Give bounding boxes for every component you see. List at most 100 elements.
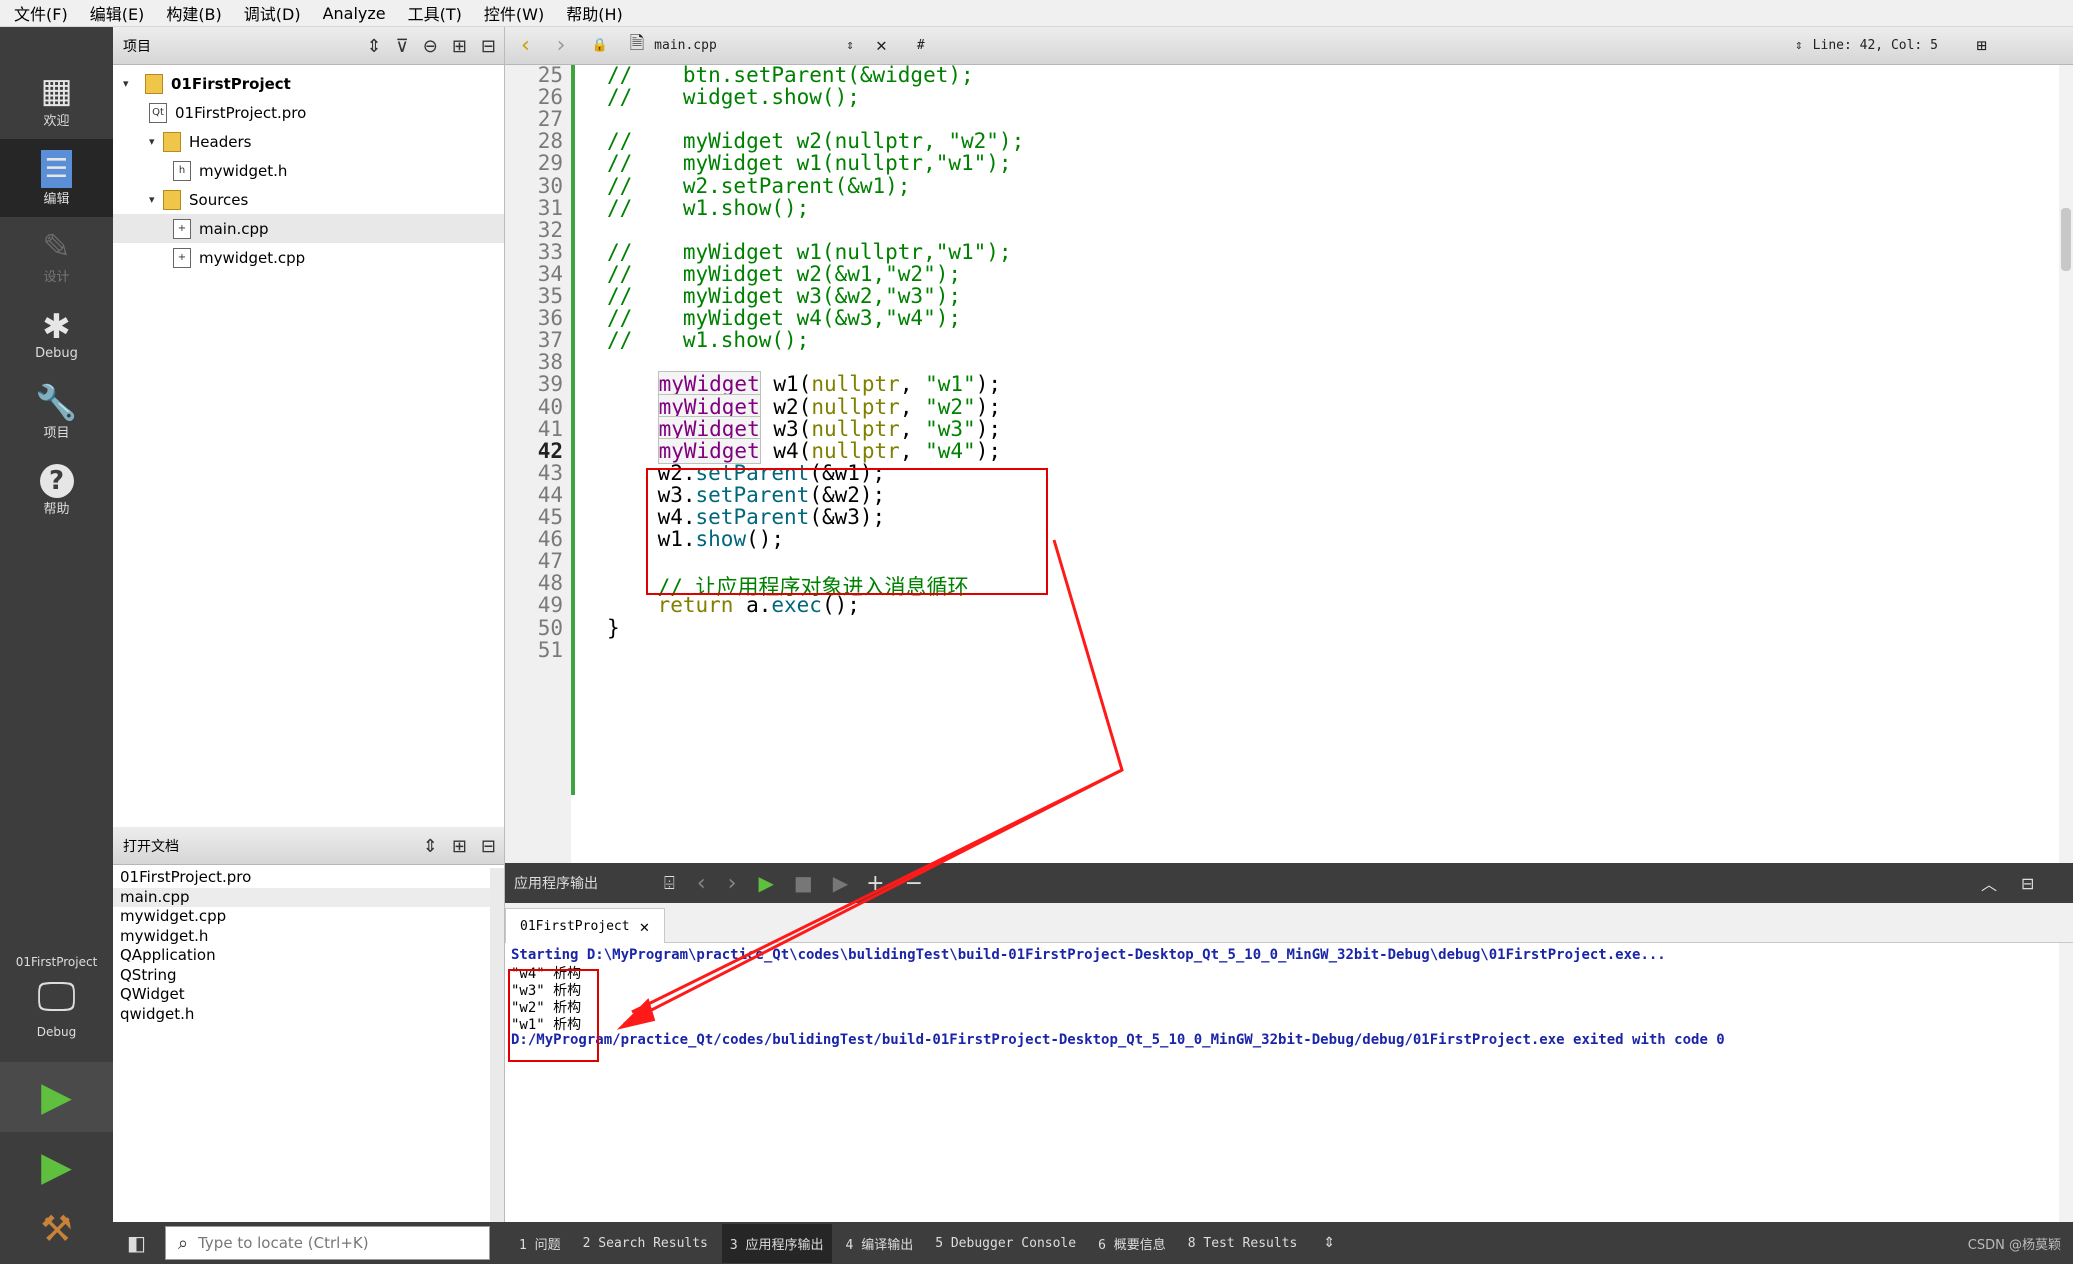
toggle-sidebar-icon[interactable]: ◧ <box>127 1231 146 1255</box>
clear-output-icon[interactable]: ⌹ <box>664 873 675 894</box>
expand-arrow-icon[interactable]: ▾ <box>149 193 163 206</box>
code-line[interactable]: // myWidget w1(nullptr,"w1"); <box>607 240 1012 264</box>
open-document-item[interactable]: qwidget.h <box>113 1005 504 1025</box>
sort-icon[interactable]: ⇕ <box>366 36 381 57</box>
close-tab-icon[interactable]: ✕ <box>640 917 650 936</box>
output-pane-tab-6[interactable]: 6 概要信息 <box>1098 1234 1166 1253</box>
line-number: 28 <box>537 129 563 154</box>
code-line[interactable]: myWidget w3(nullptr, "w3"); <box>607 415 1001 442</box>
zoom-out-icon[interactable]: − <box>905 871 923 896</box>
symbol-selector[interactable]: # <box>917 38 1795 53</box>
mode-bug[interactable]: ✱ Debug <box>0 295 113 373</box>
attach-icon[interactable]: ▶ <box>833 871 848 895</box>
tree-item[interactable]: + main.cpp <box>113 214 504 243</box>
back-icon[interactable]: ‹ <box>519 33 532 58</box>
tree-item[interactable]: Qt 01FirstProject.pro <box>113 98 504 127</box>
split-editor-icon[interactable]: ⊞ <box>1977 36 1987 56</box>
menu-item-1[interactable]: 编辑(E) <box>90 1 145 25</box>
code-line[interactable]: // myWidget w1(nullptr,"w1"); <box>607 151 1012 175</box>
code-line[interactable]: // widget.show(); <box>607 85 860 109</box>
next-icon[interactable]: › <box>728 871 737 896</box>
code-line[interactable]: return a.exec(); <box>607 593 860 617</box>
open-document-item[interactable]: QString <box>113 966 504 986</box>
application-output[interactable]: Starting D:\MyProgram\practice_Qt\codes\… <box>505 943 2073 1222</box>
output-pane-tab-8[interactable]: 8 Test Results <box>1188 1236 1298 1251</box>
code-line[interactable]: } <box>607 616 620 640</box>
menu-item-4[interactable]: Analyze <box>323 4 386 23</box>
code-line[interactable]: myWidget w1(nullptr, "w1"); <box>607 371 1001 398</box>
cursor-position[interactable]: Line: 42, Col: 5 <box>1813 38 1963 53</box>
tree-item[interactable]: h mywidget.h <box>113 156 504 185</box>
mode-edit-doc[interactable]: ☰ 编辑 <box>0 139 113 217</box>
maximize-pane-icon[interactable]: ︿ <box>1981 871 1997 895</box>
tree-item[interactable]: + mywidget.cpp <box>113 243 504 272</box>
output-tab[interactable]: 01FirstProject ✕ <box>505 908 665 943</box>
split-icon[interactable]: ⊞ <box>452 836 467 857</box>
menu-item-3[interactable]: 调试(D) <box>244 1 301 25</box>
open-document-item[interactable]: 01FirstProject.pro <box>113 868 504 888</box>
run-button[interactable]: ▶ <box>0 1062 113 1132</box>
menu-item-2[interactable]: 构建(B) <box>166 1 221 25</box>
output-pane-tab-5[interactable]: 5 Debugger Console <box>935 1236 1076 1251</box>
mode-help[interactable]: ? 帮助 <box>0 451 113 529</box>
code-line[interactable]: // myWidget w3(&w2,"w3"); <box>607 284 961 308</box>
build-button[interactable]: ⚒ <box>0 1194 113 1264</box>
split-icon[interactable]: ⊞ <box>452 36 467 57</box>
menu-item-5[interactable]: 工具(T) <box>408 1 462 25</box>
code-line[interactable]: myWidget w4(nullptr, "w4"); <box>607 437 1001 464</box>
locator-input[interactable]: ⌕ Type to locate (Ctrl+K) <box>165 1226 490 1260</box>
prev-icon[interactable]: ‹ <box>697 871 706 896</box>
close-pane-icon[interactable]: ⊟ <box>481 36 496 57</box>
open-document-item[interactable]: main.cpp <box>113 887 504 907</box>
rerun-icon[interactable]: ▶ <box>758 871 773 895</box>
code-line[interactable]: // w2.setParent(&w1); <box>607 174 910 198</box>
expand-arrow-icon[interactable]: ▾ <box>123 77 137 90</box>
code-line[interactable]: // btn.setParent(&widget); <box>607 65 974 87</box>
menu-item-6[interactable]: 控件(W) <box>484 1 544 25</box>
mode-grid[interactable]: ▦ 欢迎 <box>0 61 113 139</box>
forward-icon[interactable]: › <box>554 33 567 58</box>
output-pane-tab-3[interactable]: 3 应用程序输出 <box>721 1223 832 1263</box>
mode-pencil[interactable]: ✎ 设计 <box>0 217 113 295</box>
filter-icon[interactable]: ⊽ <box>396 36 409 57</box>
more-tabs-icon[interactable]: ⇕ <box>1323 1235 1335 1251</box>
output-pane-tab-4[interactable]: 4 编译输出 <box>846 1234 914 1253</box>
debug-run-button[interactable]: ▶ <box>0 1132 113 1202</box>
tree-item[interactable]: ▾ Headers <box>113 127 504 156</box>
menu-item-7[interactable]: 帮助(H) <box>566 1 623 25</box>
file-dropdown-icon[interactable]: ⇕ <box>846 38 854 53</box>
output-scrollbar[interactable] <box>2059 943 2073 1222</box>
zoom-in-icon[interactable]: + <box>866 871 884 896</box>
editor-scrollbar[interactable] <box>2059 65 2073 863</box>
close-file-icon[interactable]: ✕ <box>876 35 887 56</box>
kit-selector[interactable]: 01FirstProject 🖵 Debug <box>0 945 113 1057</box>
tree-item[interactable]: ▾ Sources <box>113 185 504 214</box>
expand-arrow-icon[interactable]: ▾ <box>149 135 163 148</box>
code-line[interactable]: myWidget w2(nullptr, "w2"); <box>607 393 1001 420</box>
code-editor[interactable]: 25 26 27 28 29 30 31 32 33 34 35 36 37 38 39 40 41 42 43 44… <box>505 65 2073 863</box>
sort-icon[interactable]: ⇕ <box>423 836 438 857</box>
current-file[interactable]: main.cpp <box>654 38 864 53</box>
open-document-item[interactable]: mywidget.cpp <box>113 907 504 927</box>
open-document-item[interactable]: QApplication <box>113 946 504 966</box>
code-line[interactable]: // myWidget w2(&w1,"w2"); <box>607 262 961 286</box>
code-line[interactable]: // myWidget w2(nullptr, "w2"); <box>607 129 1024 153</box>
output-tab-label: 01FirstProject <box>520 918 630 934</box>
close-pane-icon[interactable]: ⊟ <box>481 836 496 857</box>
code-line[interactable]: // w1.show(); <box>607 328 809 352</box>
open-document-item[interactable]: mywidget.h <box>113 927 504 947</box>
tree-item[interactable]: ▾ 01FirstProject <box>113 69 504 98</box>
mode-wrench[interactable]: 🔧 项目 <box>0 373 113 451</box>
code-line[interactable]: // myWidget w4(&w3,"w4"); <box>607 306 961 330</box>
editor-scroll-thumb[interactable] <box>2061 208 2071 271</box>
output-pane-tab-2[interactable]: 2 Search Results <box>583 1236 708 1251</box>
stop-icon[interactable]: ■ <box>794 871 813 895</box>
menu-item-0[interactable]: 文件(F) <box>14 1 68 25</box>
symbol-dropdown-icon[interactable]: ⇕ <box>1795 38 1803 53</box>
code-line[interactable]: // w1.show(); <box>607 196 809 220</box>
output-pane-tab-1[interactable]: 1 问题 <box>519 1234 561 1253</box>
open-document-item[interactable]: QWidget <box>113 985 504 1005</box>
close-output-icon[interactable]: ⊟ <box>2021 874 2034 893</box>
open-documents-scrollbar[interactable] <box>490 868 504 1222</box>
link-icon[interactable]: ⊖ <box>423 36 438 57</box>
